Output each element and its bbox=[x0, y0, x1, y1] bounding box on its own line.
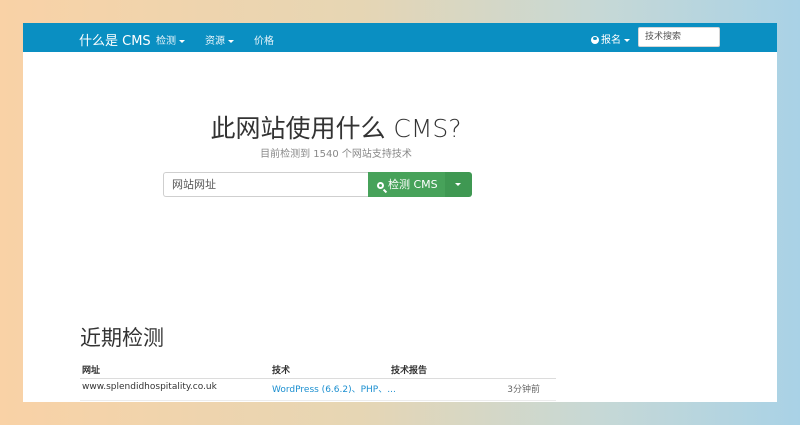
browser-page: 什么是 CMS 检测 资源 价格 报名 此网站使用什么 CMS? 目前检测到 1… bbox=[23, 23, 777, 402]
hero-subtitle: 目前检测到 1540 个网站支持技术 bbox=[260, 149, 412, 160]
nav-resources-label: 资源 bbox=[205, 36, 225, 47]
row-url[interactable]: www.splendidhospitality.co.uk bbox=[82, 382, 217, 392]
nav-resources-menu[interactable]: 资源 bbox=[205, 32, 234, 47]
brand-link[interactable]: 什么是 CMS bbox=[79, 30, 151, 49]
tech-search-input[interactable] bbox=[638, 27, 720, 47]
hero-title: 此网站使用什么 CMS? bbox=[210, 114, 462, 143]
detect-cms-button[interactable]: 检测 CMS bbox=[368, 172, 445, 197]
website-url-input[interactable] bbox=[163, 172, 369, 197]
nav-detect-menu[interactable]: 检测 bbox=[156, 32, 185, 47]
search-icon bbox=[377, 182, 384, 189]
top-navbar: 什么是 CMS 检测 资源 价格 报名 bbox=[23, 23, 777, 52]
signup-label: 报名 bbox=[601, 35, 621, 46]
signup-menu[interactable]: 报名 bbox=[591, 31, 630, 46]
detect-options-dropdown[interactable] bbox=[445, 172, 472, 197]
column-header-report: 技术报告 bbox=[391, 366, 428, 376]
table-header-divider bbox=[80, 378, 556, 379]
nav-detect-label: 检测 bbox=[156, 36, 176, 47]
recent-detections-title: 近期检测 bbox=[80, 326, 164, 350]
table-row: www.splendidhospitality.co.uk WordPress … bbox=[80, 381, 556, 401]
column-header-url: 网址 bbox=[82, 366, 101, 376]
row-divider bbox=[80, 400, 556, 401]
detect-cms-label: 检测 CMS bbox=[388, 178, 438, 191]
user-circle-icon bbox=[591, 36, 599, 44]
column-header-tech: 技术 bbox=[272, 366, 291, 376]
chevron-down-icon bbox=[455, 183, 461, 186]
row-tech-link[interactable]: WordPress (6.6.2)、PHP、... bbox=[272, 382, 396, 395]
chevron-down-icon bbox=[624, 38, 630, 42]
chevron-down-icon bbox=[228, 39, 234, 43]
nav-pricing-link[interactable]: 价格 bbox=[254, 32, 274, 47]
row-time: 3分钟前 bbox=[507, 385, 540, 395]
chevron-down-icon bbox=[179, 39, 185, 43]
